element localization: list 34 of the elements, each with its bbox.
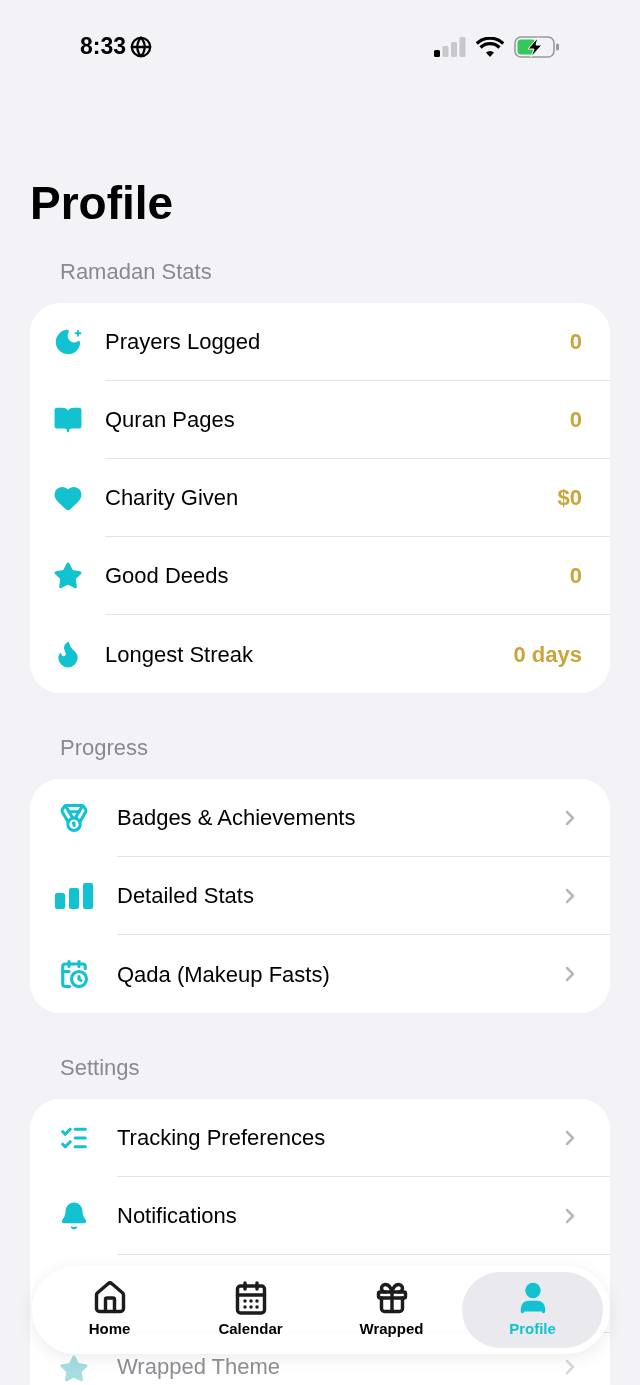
row-label: Good Deeds [105,562,230,590]
signal-icon [434,36,466,57]
row-label: Longest Streak [105,640,254,669]
section-header: Progress [59,734,150,762]
calendar-clock-icon [58,959,89,989]
row-label: Quran Pages [105,406,236,434]
stat-value: 0 [569,328,582,356]
section-header: Settings [59,1054,141,1082]
star-icon [52,561,83,591]
medal-icon [58,803,89,833]
star-icon [58,1354,89,1384]
open-book-icon [52,405,83,435]
globe-icon [130,35,153,58]
row-label: Tracking Preferences [117,1124,327,1152]
bar-chart-icon [53,882,94,910]
tab-item[interactable]: Home [39,1272,180,1348]
stat-value: 0 days [513,640,582,669]
row-label: Detailed Stats [117,882,255,910]
stat-value: 0 [569,406,582,434]
row-label: Badges & Achievements [117,804,357,832]
row-label: Notifications [117,1202,238,1230]
stat-value: 0 [569,562,582,590]
section-header: Ramadan Stats [59,258,213,286]
battery-charging-icon [514,35,560,58]
status-time: 8:33 [80,32,127,62]
row-label: Qada (Makeup Fasts) [117,960,331,989]
stat-value: $0 [557,484,582,512]
row-label: Charity Given [105,484,240,512]
row-label: Prayers Logged [105,328,262,356]
wifi-icon [476,36,504,57]
tab-item[interactable]: Calendar [180,1272,321,1348]
page-title: Profile [29,176,175,231]
tab-item[interactable]: Wrapped [321,1272,462,1348]
row-label: Wrapped Theme [117,1354,282,1379]
